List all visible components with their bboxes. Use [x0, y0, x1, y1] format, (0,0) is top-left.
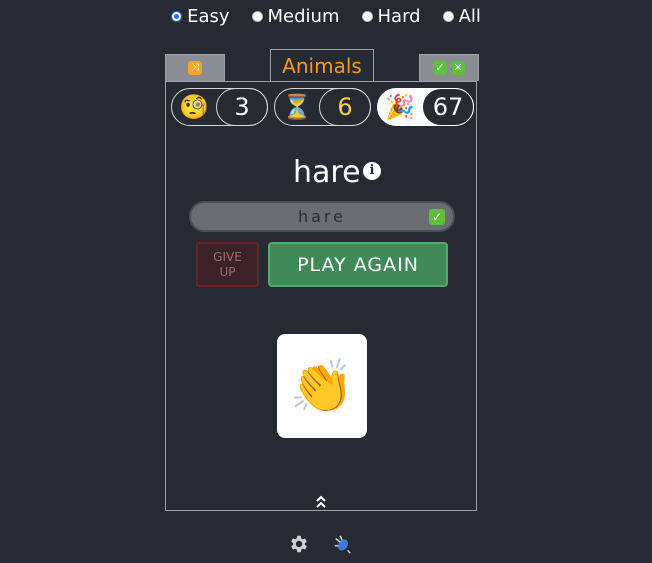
stat-time-value: 6 — [319, 88, 371, 126]
answer-field[interactable]: hare ✓ — [189, 201, 455, 232]
check-tab[interactable]: ✓ ✕ — [419, 54, 479, 81]
category-tab[interactable]: Animals — [270, 49, 374, 81]
hourglass-icon: ⏳ — [282, 93, 312, 121]
radio-all[interactable] — [442, 11, 454, 22]
play-again-button[interactable]: PLAY AGAIN — [268, 242, 448, 287]
shuffle-icon: ⤨ — [188, 61, 202, 75]
radio-hard[interactable] — [361, 11, 373, 22]
monocle-face-icon: 🧐 — [179, 93, 209, 121]
stat-score-value: 67 — [422, 88, 474, 126]
cross-icon: ✕ — [451, 61, 465, 75]
stat-score: 🎉 67 — [377, 88, 474, 126]
shuffle-tab[interactable]: ⤨ — [165, 54, 225, 81]
check-icon: ✓ — [433, 61, 447, 75]
info-icon[interactable]: i — [363, 162, 381, 180]
radio-medium[interactable] — [251, 11, 263, 22]
bug-report-icon[interactable] — [332, 533, 354, 555]
clapping-hands-icon: 👏 — [289, 356, 355, 417]
give-up-button[interactable]: GIVE UP — [196, 242, 259, 287]
double-chevron-up-icon[interactable] — [311, 494, 331, 510]
gear-icon[interactable] — [288, 533, 310, 555]
difficulty-easy-label: Easy — [187, 6, 230, 27]
correct-check-icon: ✓ — [429, 209, 445, 225]
difficulty-medium[interactable]: Medium — [251, 6, 340, 27]
difficulty-all[interactable]: All — [442, 6, 481, 27]
difficulty-selector: Easy Medium Hard All — [0, 6, 652, 27]
target-word: hare — [293, 155, 361, 190]
stat-guesses: 🧐 3 — [171, 88, 268, 126]
radio-easy[interactable] — [171, 11, 183, 22]
stat-guesses-value: 3 — [216, 88, 268, 126]
difficulty-medium-label: Medium — [267, 6, 340, 27]
party-popper-icon: 🎉 — [385, 93, 415, 121]
difficulty-all-label: All — [458, 6, 481, 27]
answer-text: hare — [297, 207, 346, 226]
stat-time: ⏳ 6 — [274, 88, 371, 126]
game-panel — [165, 81, 477, 511]
result-card: 👏 — [277, 334, 367, 438]
difficulty-hard-label: Hard — [377, 6, 421, 27]
difficulty-hard[interactable]: Hard — [361, 6, 421, 27]
difficulty-easy[interactable]: Easy — [171, 6, 230, 27]
